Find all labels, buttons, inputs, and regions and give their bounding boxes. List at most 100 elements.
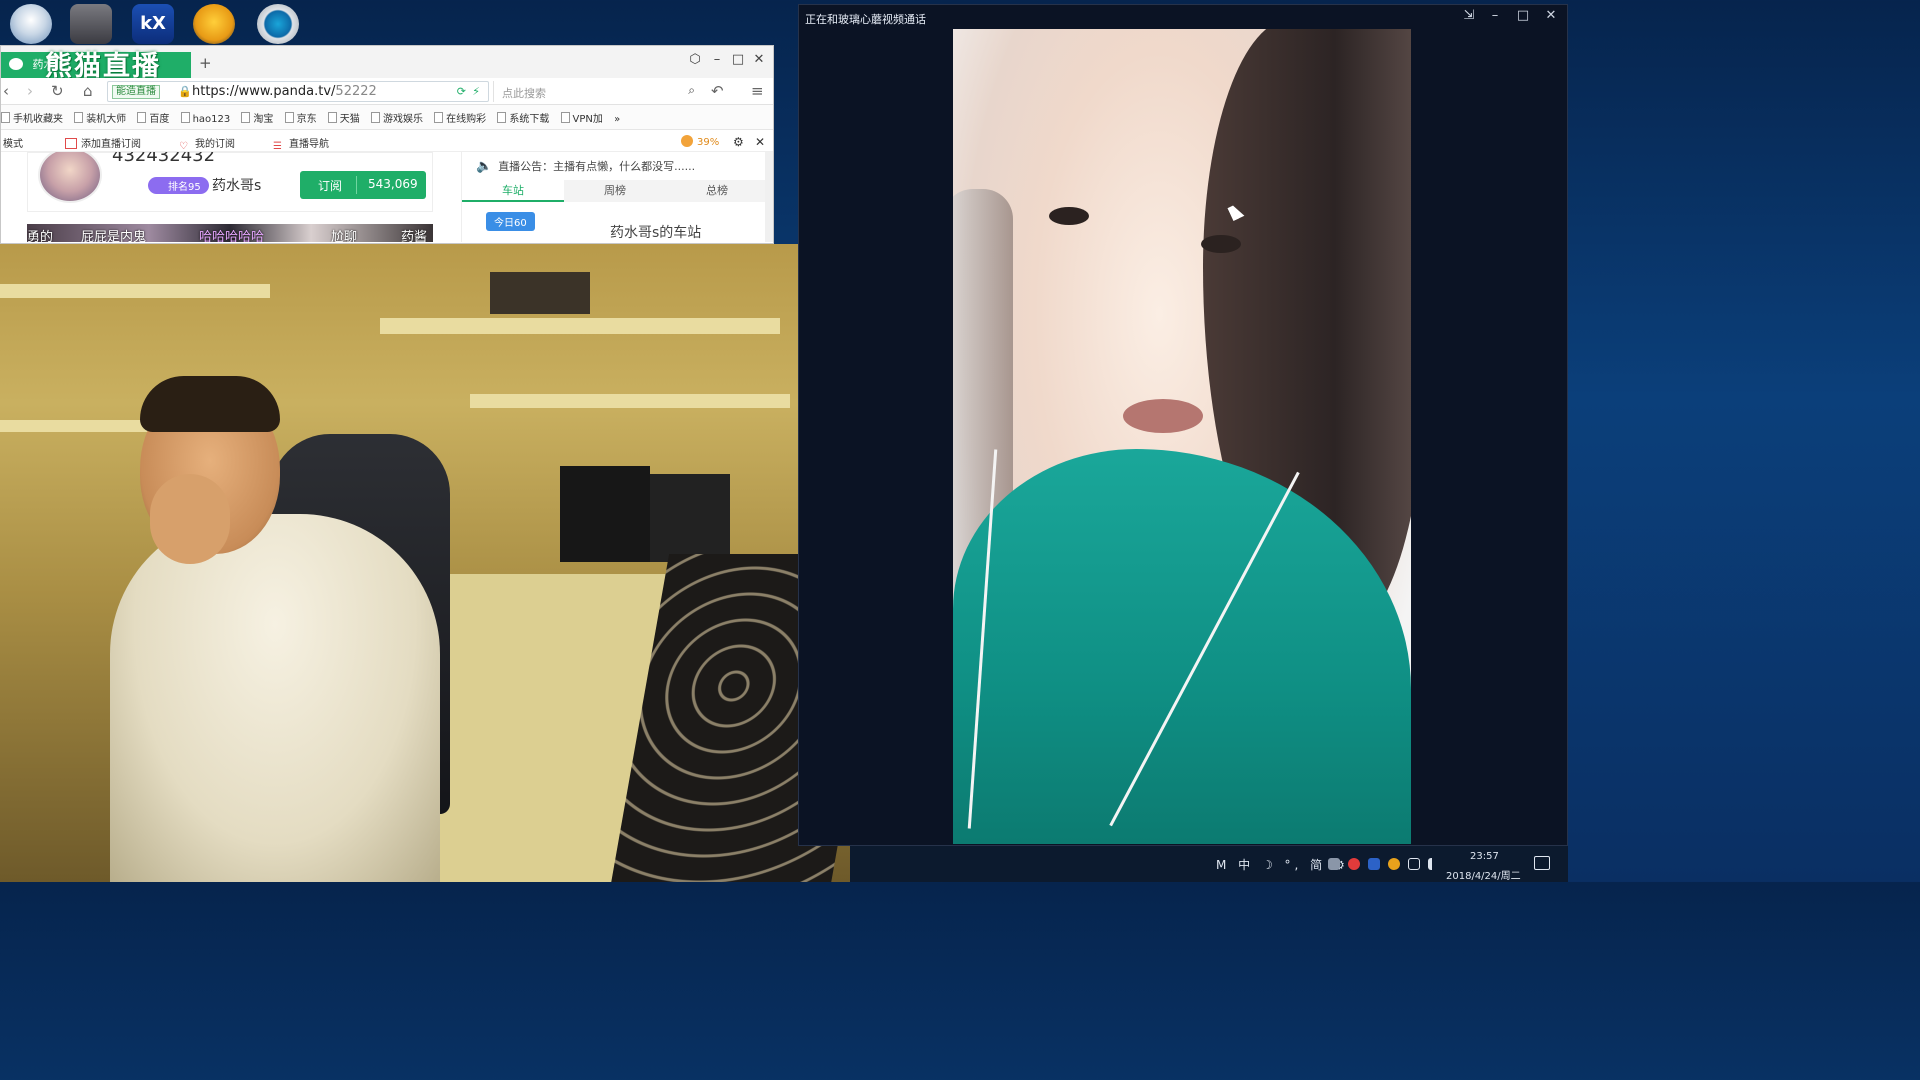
game-app-icon[interactable] — [193, 4, 235, 44]
bookmark-item[interactable]: 系统下载 — [497, 110, 549, 125]
today-badge: 今日60 — [486, 212, 535, 231]
back-icon[interactable]: ‹ — [3, 82, 9, 100]
maximize-icon[interactable]: □ — [1513, 8, 1533, 23]
bookmark-item[interactable]: 百度 — [137, 110, 169, 125]
room-id: 432432432 — [112, 152, 216, 166]
pin-icon[interactable]: ⇲ — [1459, 8, 1479, 23]
home-icon[interactable]: ⌂ — [83, 82, 93, 100]
bookmark-item[interactable]: 淘宝 — [241, 110, 273, 125]
add-subscription-button[interactable]: 添加直播订阅 — [65, 135, 141, 150]
settings-app-icon[interactable] — [257, 4, 299, 44]
my-subscription-button[interactable]: ♡ 我的订阅 — [179, 135, 235, 152]
menu-icon[interactable]: ≡ — [751, 82, 764, 100]
kx-app-icon[interactable]: kX — [132, 4, 174, 44]
speed-badge[interactable]: 能造直播 — [112, 85, 160, 99]
shirt-skin-icon[interactable]: ⬡ — [685, 52, 705, 67]
maximize-icon[interactable]: □ — [728, 52, 748, 67]
live-nav-button[interactable]: ☰ 直播导航 — [273, 135, 329, 152]
subscribe-button[interactable]: 订阅 543,069 — [300, 171, 426, 199]
tray-app-icon[interactable] — [1388, 858, 1400, 870]
gift-thumbnail-strip[interactable]: 勇的 屁屁是内鬼 哈哈哈哈哈 尬聊 药酱 — [27, 224, 433, 242]
page-content: 432432432 排名95 药水哥s 订阅 543,069 勇的 屁屁是内鬼 … — [1, 152, 773, 242]
notification-icon[interactable] — [1534, 856, 1550, 870]
add-subscription-label: 添加直播订阅 — [81, 139, 141, 150]
person-body — [110, 514, 440, 882]
tab-total[interactable]: 总榜 — [666, 180, 768, 202]
search-placeholder: 点此搜索 — [502, 87, 546, 100]
eye — [1049, 207, 1089, 225]
cpu-percent[interactable]: 39% — [681, 135, 719, 148]
tab-station[interactable]: 车站 — [462, 180, 564, 202]
shelf — [380, 318, 780, 334]
tray-app-icon[interactable] — [1328, 858, 1340, 870]
lightning-icon[interactable]: ⚡ — [472, 85, 480, 98]
bookmark-item[interactable]: 京东 — [285, 110, 317, 125]
call-title: 正在和玻璃心蘑视频通话 — [805, 13, 926, 26]
person-hand — [150, 474, 230, 564]
search-icon[interactable]: ⌕ — [688, 83, 695, 98]
mode-label[interactable]: 模式 — [3, 135, 23, 150]
station-title: 药水哥s的车站 — [610, 225, 702, 241]
reload-icon[interactable]: ↻ — [51, 82, 64, 100]
clock-time[interactable]: 23:57 — [1470, 851, 1499, 862]
tray-app-icon[interactable] — [1368, 858, 1380, 870]
bookmarks-more[interactable]: » — [614, 114, 620, 125]
thumb-text: 勇的 — [27, 230, 54, 242]
bookmark-item[interactable]: 手机收藏夹 — [1, 110, 63, 125]
clock-date[interactable]: 2018/4/24/周二 — [1446, 867, 1521, 882]
tray-app-icon[interactable] — [1348, 858, 1360, 870]
video-call-window: 正在和玻璃心蘑视频通话 ⇲ – □ ✕ — [798, 4, 1568, 846]
refresh-green-icon[interactable]: ⟳ — [457, 85, 466, 98]
search-box[interactable]: 点此搜索 ⌕ — [493, 81, 703, 102]
speaker-icon: 🔈 — [476, 159, 493, 174]
address-bar-row: ‹ › ↻ ⌂ 能造直播 🔒 https://www.panda.tv/5222… — [1, 78, 773, 105]
person-hair — [140, 376, 280, 432]
close-icon[interactable]: ✕ — [749, 52, 769, 67]
minimize-icon[interactable]: – — [1485, 8, 1505, 23]
heart-icon: ♡ — [179, 141, 188, 152]
plugin-bar: 模式 添加直播订阅 ♡ 我的订阅 ☰ 直播导航 39% ⚙ ✕ — [1, 130, 773, 152]
cpu-percent-value: 39% — [697, 137, 720, 148]
scrollbar[interactable] — [765, 152, 773, 242]
subscriber-count: 543,069 — [368, 177, 418, 191]
rank-badge[interactable]: 排名95 — [148, 177, 209, 194]
network-icon[interactable] — [1408, 858, 1420, 870]
tab-weekly[interactable]: 周榜 — [564, 180, 666, 202]
live-nav-label: 直播导航 — [289, 139, 329, 150]
bookmark-item[interactable]: VPN加 — [561, 110, 603, 125]
url-text[interactable]: https://www.panda.tv/52222 — [192, 84, 377, 99]
bookmark-item[interactable]: 天猫 — [328, 110, 360, 125]
gauge-icon — [681, 135, 693, 147]
bookmarks-bar: 手机收藏夹 装机大师 百度 hao123 淘宝 京东 天猫 游戏娱乐 在线购彩 … — [1, 105, 773, 130]
announcement: 🔈 直播公告：主播有点懒，什么都没写...... — [476, 158, 695, 174]
thumb-text: 哈哈哈哈哈 — [199, 230, 265, 242]
subscribe-label: 订阅 — [318, 179, 343, 193]
host-name: 药水哥s — [212, 178, 262, 194]
gear-icon[interactable]: ⚙ — [733, 135, 744, 149]
panda-icon — [9, 58, 23, 70]
my-subscription-label: 我的订阅 — [195, 139, 235, 150]
forward-icon[interactable]: › — [27, 82, 33, 100]
desktop-app-icon[interactable] — [70, 4, 112, 44]
desktop-app-icon[interactable] — [10, 4, 52, 44]
shelf — [0, 420, 150, 432]
add-subscription-icon — [65, 138, 77, 149]
undo-icon[interactable]: ↶ — [711, 82, 724, 100]
bookmark-item[interactable]: 游戏娱乐 — [371, 110, 423, 125]
remote-video-feed — [953, 29, 1411, 844]
bookmark-item[interactable]: hao123 — [181, 112, 231, 125]
browser-titlebar: 药水 熊猫直播 + ⬡ – □ ✕ — [1, 46, 773, 82]
address-input[interactable]: 能造直播 🔒 https://www.panda.tv/52222 ⟳ ⚡ — [107, 81, 489, 102]
avatar[interactable] — [38, 152, 102, 203]
close-icon[interactable]: ✕ — [755, 135, 765, 149]
close-icon[interactable]: ✕ — [1541, 8, 1561, 23]
bookmark-item[interactable]: 在线购彩 — [434, 110, 486, 125]
volume-icon[interactable] — [1428, 858, 1440, 870]
bookmark-item[interactable]: 装机大师 — [74, 110, 126, 125]
minimize-icon[interactable]: – — [707, 52, 727, 67]
announcement-text: 直播公告：主播有点懒，什么都没写...... — [498, 160, 696, 173]
browser-window: 药水 熊猫直播 + ⬡ – □ ✕ ‹ › ↻ ⌂ 能造直播 🔒 https:/… — [0, 45, 774, 244]
new-tab-button[interactable]: + — [199, 54, 212, 72]
shelf — [0, 284, 270, 298]
speaker — [560, 466, 650, 562]
